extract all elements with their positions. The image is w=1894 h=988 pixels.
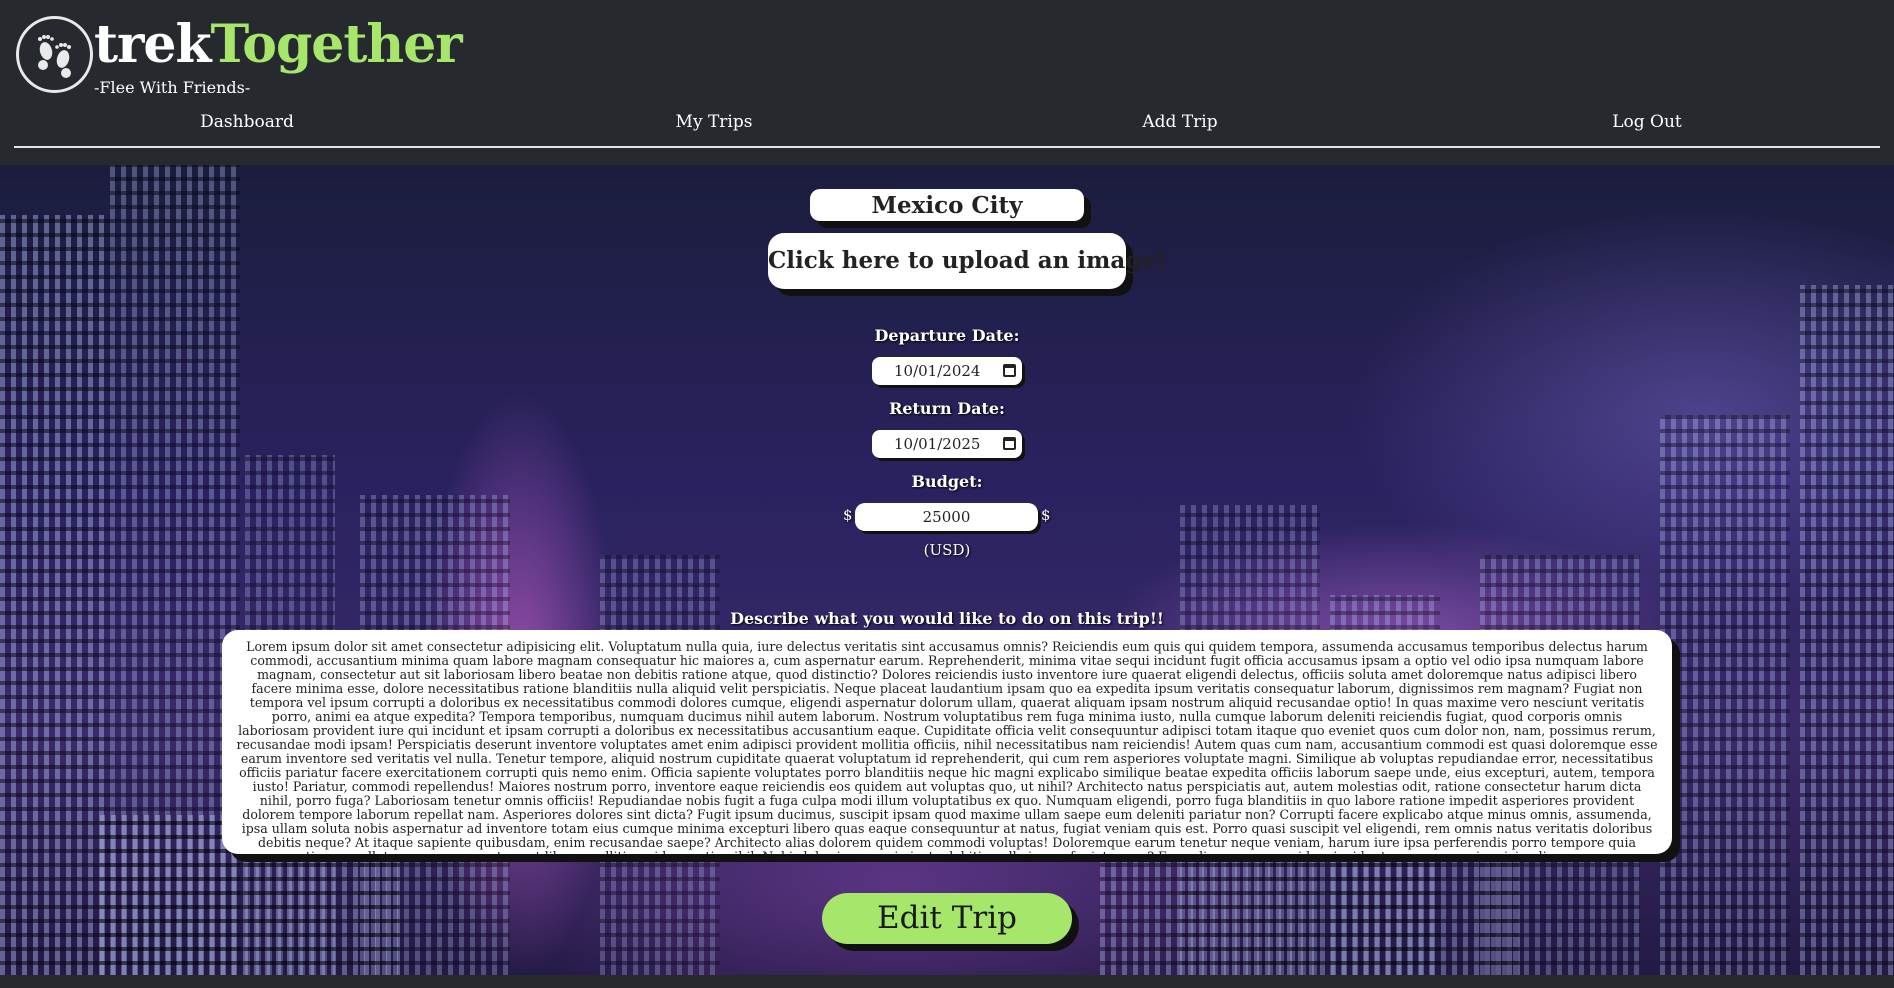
edit-trip-button[interactable]: Edit Trip (822, 893, 1072, 944)
calendar-icon[interactable] (1003, 364, 1016, 377)
budget-label: Budget: (911, 472, 983, 491)
logo[interactable] (16, 16, 93, 93)
main-nav: Dashboard My Trips Add Trip Log Out (14, 110, 1880, 148)
return-date-label: Return Date: (889, 399, 1005, 418)
nav-my-trips[interactable]: My Trips (676, 112, 753, 132)
brand-name: trekTogether (94, 14, 463, 76)
currency-note: (USD) (923, 541, 971, 559)
description-label: Describe what you would like to do on th… (730, 609, 1164, 628)
calendar-icon[interactable] (1003, 437, 1016, 450)
trip-destination-title[interactable]: Mexico City (810, 189, 1084, 221)
tagline: -Flee With Friends- (94, 78, 251, 97)
nav-log-out[interactable]: Log Out (1612, 112, 1682, 132)
return-date-value: 10/01/2025 (894, 435, 981, 453)
page-footer-strip (0, 975, 1894, 988)
nav-dashboard[interactable]: Dashboard (200, 112, 294, 132)
nav-add-trip[interactable]: Add Trip (1142, 112, 1217, 132)
currency-symbol-right: $ (1041, 506, 1051, 524)
brand-part-together: Together (210, 14, 463, 75)
upload-image-button[interactable]: Click here to upload an image! (768, 233, 1166, 289)
return-date-input[interactable]: 10/01/2025 (872, 430, 1022, 458)
budget-input[interactable]: 25000 (855, 503, 1038, 531)
app-header: trekTogether -Flee With Friends- Dashboa… (0, 0, 1894, 165)
departure-date-value: 10/01/2024 (894, 362, 981, 380)
currency-symbol-left: $ (843, 506, 853, 524)
brand-part-trek: trek (94, 14, 212, 75)
departure-date-input[interactable]: 10/01/2024 (872, 357, 1022, 385)
description-textarea[interactable]: Lorem ipsum dolor sit amet consectetur a… (222, 630, 1672, 854)
footprints-icon (38, 35, 71, 78)
departure-date-label: Departure Date: (874, 326, 1020, 345)
